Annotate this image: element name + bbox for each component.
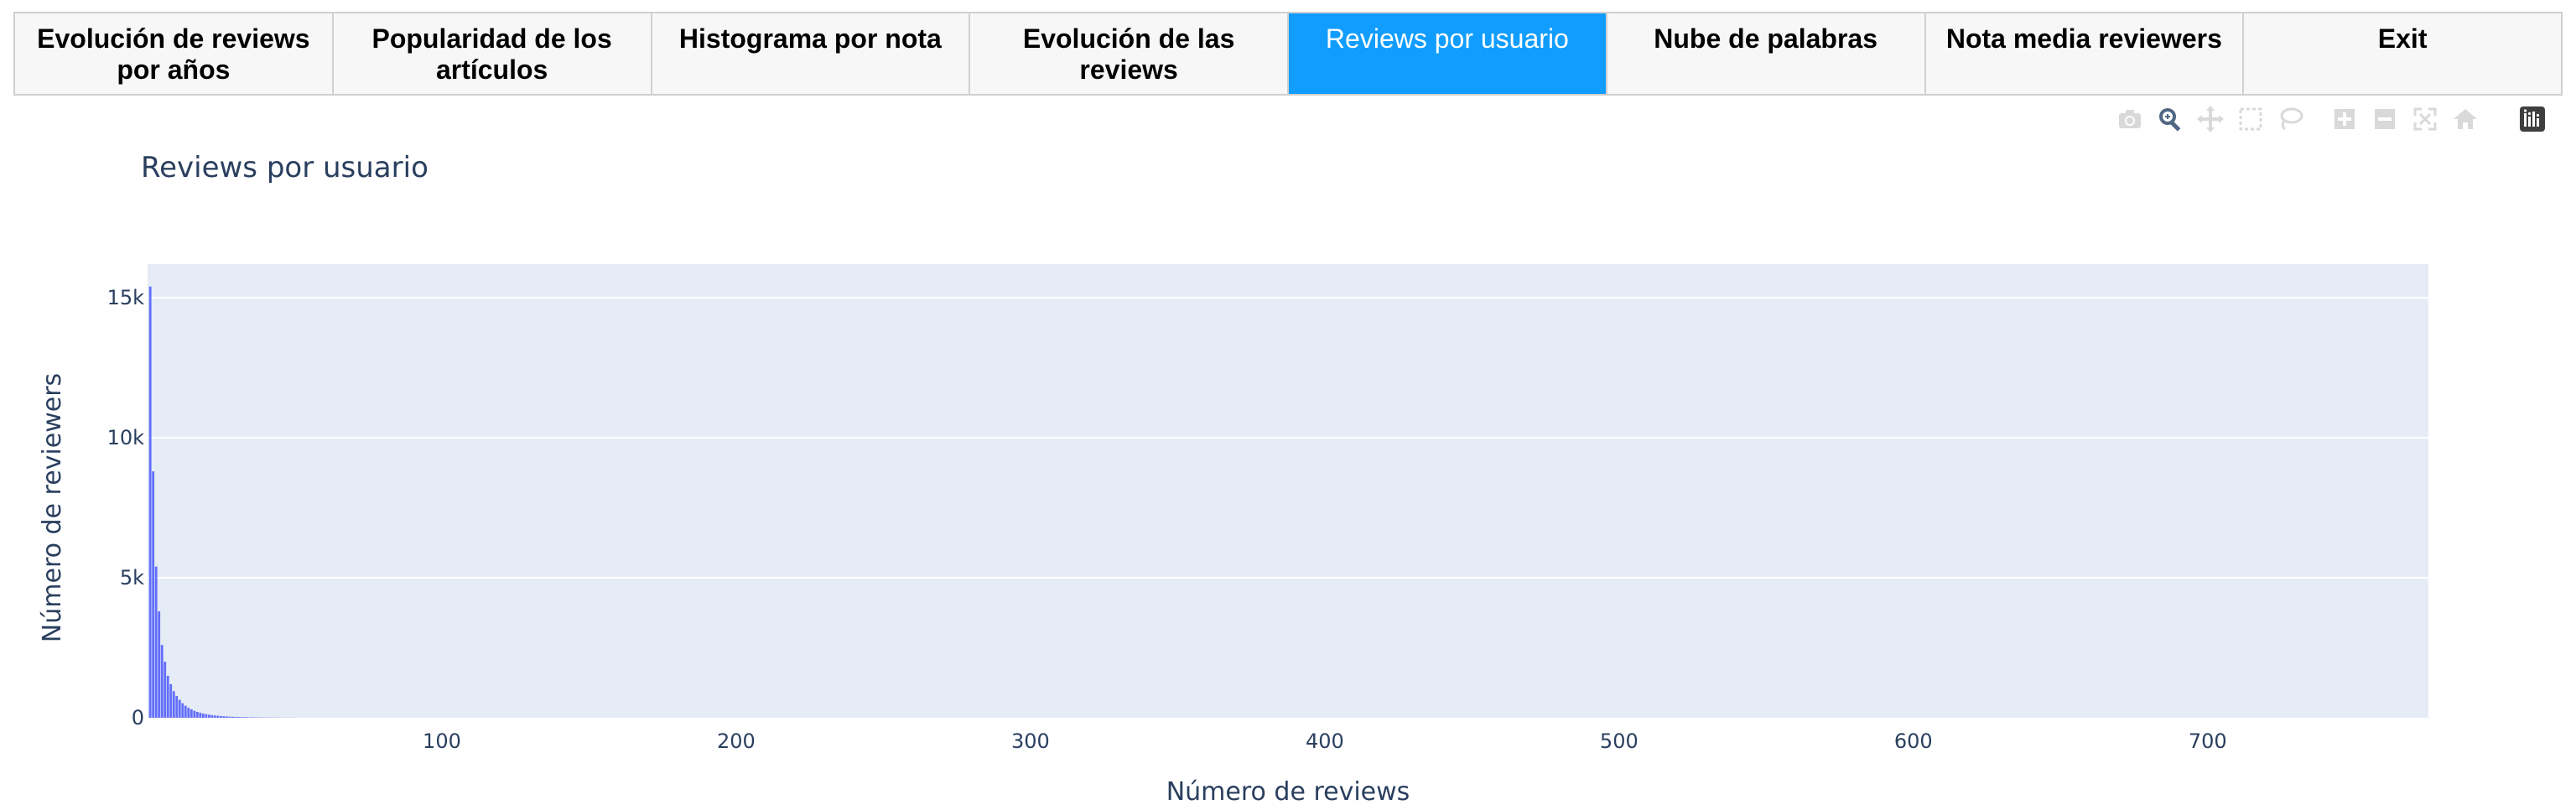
x-axis-ticks: 100 200 300 400 500 600 700 bbox=[423, 730, 2227, 753]
bar[interactable] bbox=[184, 705, 187, 718]
bar[interactable] bbox=[231, 716, 234, 718]
bar[interactable] bbox=[240, 717, 243, 718]
bar[interactable] bbox=[169, 683, 173, 718]
bar[interactable] bbox=[199, 712, 202, 718]
bar[interactable] bbox=[160, 645, 164, 718]
bar[interactable] bbox=[210, 714, 214, 718]
bar[interactable] bbox=[237, 717, 240, 718]
bar[interactable] bbox=[219, 715, 222, 718]
bar[interactable] bbox=[166, 675, 169, 718]
bar[interactable] bbox=[154, 566, 158, 718]
x-tick-label: 700 bbox=[2189, 730, 2227, 753]
bar[interactable] bbox=[243, 717, 246, 718]
bar[interactable] bbox=[246, 717, 249, 718]
bar[interactable] bbox=[164, 662, 167, 718]
bar[interactable] bbox=[228, 716, 231, 718]
bar[interactable] bbox=[152, 471, 155, 718]
y-tick-label: 0 bbox=[132, 706, 144, 730]
y-tick-label: 10k bbox=[107, 426, 145, 449]
bar[interactable] bbox=[193, 710, 196, 718]
bar[interactable] bbox=[226, 716, 228, 718]
bar[interactable] bbox=[207, 714, 210, 718]
bar[interactable] bbox=[181, 703, 184, 718]
bar[interactable] bbox=[249, 717, 252, 718]
x-tick-label: 200 bbox=[717, 730, 756, 753]
bar[interactable] bbox=[234, 716, 237, 718]
bar[interactable] bbox=[213, 715, 216, 718]
bar-chart: 0 5k 10k 15k 100 200 300 400 500 600 700 Número d… bbox=[38, 264, 2428, 807]
bar[interactable] bbox=[158, 611, 161, 718]
x-tick-label: 400 bbox=[1306, 730, 1344, 753]
plot-area[interactable] bbox=[148, 264, 2428, 718]
bar[interactable] bbox=[172, 691, 175, 718]
x-tick-label: 300 bbox=[1011, 730, 1050, 753]
x-axis-title: Número de reviews bbox=[1166, 777, 1410, 807]
bar[interactable] bbox=[222, 716, 226, 718]
bar[interactable] bbox=[190, 709, 193, 718]
bar[interactable] bbox=[187, 707, 190, 718]
bar[interactable] bbox=[201, 713, 205, 718]
y-axis-title: Número de reviewers bbox=[38, 373, 67, 642]
x-tick-label: 100 bbox=[423, 730, 461, 753]
bar[interactable] bbox=[175, 695, 179, 718]
y-axis-ticks: 0 5k 10k 15k bbox=[107, 286, 145, 730]
bar[interactable] bbox=[195, 711, 199, 718]
y-tick-label: 15k bbox=[107, 286, 145, 309]
y-tick-label: 5k bbox=[120, 566, 144, 589]
bar[interactable] bbox=[216, 715, 220, 718]
bar[interactable] bbox=[148, 286, 152, 718]
bar[interactable] bbox=[205, 714, 208, 718]
x-tick-label: 600 bbox=[1894, 730, 1933, 753]
x-tick-label: 500 bbox=[1600, 730, 1639, 753]
bar[interactable] bbox=[178, 699, 181, 718]
bar[interactable] bbox=[252, 717, 255, 718]
